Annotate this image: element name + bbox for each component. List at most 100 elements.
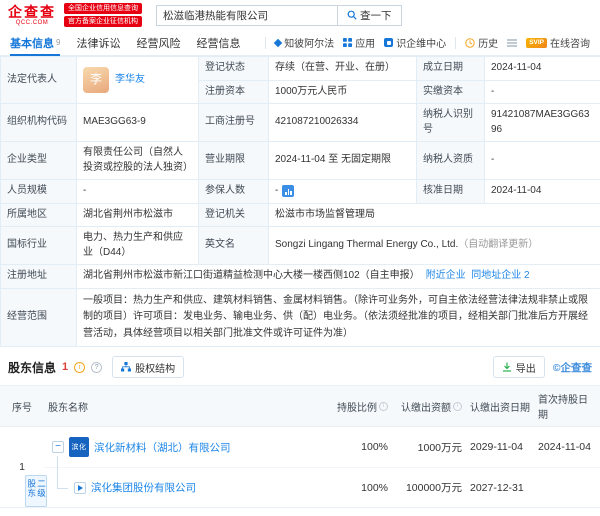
label-reg-authority: 登记机关 <box>198 202 269 227</box>
triangle-right-icon <box>77 484 83 491</box>
badge-national-credit: 全国企业信用信息查询 <box>64 3 142 14</box>
qcc-logo[interactable]: 企查查 QCC.COM <box>8 5 56 26</box>
value-address: 湖北省荆州市松滋市新江口街道精益检测中心大楼一楼西侧102（自主申报） 附近企业 … <box>76 264 600 289</box>
search-input[interactable] <box>156 4 338 26</box>
history-label: 历史 <box>478 39 499 50</box>
legal-rep-name-link[interactable]: 李华友 <box>115 73 145 88</box>
apps-link[interactable]: 应用 <box>343 35 375 50</box>
value-company-type: 有限责任公司（自然人投资或控股的法人独资） <box>76 141 199 180</box>
col-header-ratio: 持股比例 <box>330 386 392 427</box>
value-tax-no: 91421087MAE3GG6396 <box>484 103 600 142</box>
value-region: 湖北省荆州市松滋市 <box>76 202 199 227</box>
child-ratio: 100% <box>330 467 392 507</box>
expand-icon[interactable] <box>74 481 86 494</box>
tab-legal-litigation[interactable]: 法律诉讼 <box>76 30 120 55</box>
table-row: 人员规模 - 参保人数 - 核准日期 2024-11-04 <box>0 179 600 204</box>
tab-business-info[interactable]: 经营信息 <box>196 30 240 55</box>
qcc-company-page: 企查查 QCC.COM 全国企业信用信息查询 官方备案企业征信机构 查一下 基本… <box>0 0 600 508</box>
same-address-companies-link[interactable]: 同地址企业 2 <box>471 270 529 281</box>
col-header-first-date: 首次持股日期 <box>534 386 600 427</box>
collapse-icon[interactable]: − <box>52 441 64 453</box>
main-amount: 1000万元 <box>417 441 462 454</box>
label-industry: 国标行业 <box>0 226 77 265</box>
warning-info-icon[interactable] <box>74 361 86 373</box>
value-en-name: Songzi Lingang Thermal Energy Co., Ltd.（… <box>268 226 600 265</box>
tab-basic-info[interactable]: 基本信息 9 <box>10 30 61 56</box>
qcc-watermark: ©企查查 <box>552 361 592 374</box>
shareholder-child-name-link[interactable]: 滨化集团股份有限公司 <box>91 480 196 495</box>
shareholder-main-name-link[interactable]: 滨化新材料（湖北）有限公司 <box>94 440 231 455</box>
info-icon[interactable] <box>379 401 388 411</box>
nearby-companies-link[interactable]: 附近企业 <box>426 270 466 281</box>
value-reg-capital: 1000万元人民币 <box>268 79 417 104</box>
col-header-name: 股东名称 <box>44 386 330 427</box>
child-first-date <box>534 467 600 507</box>
tab-bar-right: 知彼阿尔法 应用 识企维中心 历史 SVIP 在线咨询 <box>265 35 590 50</box>
shareholders-section: 股东信息 1 股权结构 <box>0 347 600 508</box>
badge-official-record: 官方备案企业征信机构 <box>64 16 142 27</box>
label-scope: 经营范围 <box>0 287 77 347</box>
col-header-amount: 认缴出资额 <box>392 386 466 427</box>
org-chart-icon <box>121 362 132 372</box>
top-header: 企查查 QCC.COM 全国企业信用信息查询 官方备案企业征信机构 查一下 <box>0 0 600 30</box>
table-row: 注册地址 湖北省荆州市松滋市新江口街道精益检测中心大楼一楼西侧102（自主申报）… <box>0 264 600 289</box>
address-text: 湖北省荆州市松滋市新江口街道精益检测中心大楼一楼西侧102（自主申报） <box>83 270 420 281</box>
legal-rep-avatar[interactable]: 李 <box>83 67 109 93</box>
table-row: 经营范围 一般项目：热力生产和供应、建筑材料销售、金属材料销售。（除许可业务外，… <box>0 287 600 347</box>
zhibi-alpha-link[interactable]: 知彼阿尔法 <box>273 35 335 50</box>
label-est-date: 成立日期 <box>416 56 485 81</box>
export-button[interactable]: 导出 <box>492 356 545 378</box>
download-icon <box>502 362 511 372</box>
equity-structure-button[interactable]: 股权结构 <box>112 356 185 378</box>
help-icon[interactable] <box>91 361 103 373</box>
search-icon <box>347 10 357 20</box>
label-insured: 参保人数 <box>198 179 269 204</box>
shiqi-center-link[interactable]: 识企维中心 <box>384 35 446 50</box>
tab-operation-risk[interactable]: 经营风险 <box>136 30 180 55</box>
shiqi-center-label: 识企维中心 <box>396 39 447 50</box>
value-paid-capital: - <box>484 79 600 104</box>
tab-basic-label: 基本信息 <box>10 37 54 50</box>
info-icon[interactable] <box>453 401 462 411</box>
table-row: 国标行业 电力、热力生产和供应业（D44） 英文名 Songzi Lingang… <box>0 226 600 265</box>
logo-brand-text: 企查查 <box>8 3 56 20</box>
diamond-icon <box>273 38 283 47</box>
insured-value: - <box>275 185 279 196</box>
label-legal-rep: 法定代表人 <box>0 56 77 104</box>
logo-domain-text: QCC.COM <box>15 19 49 26</box>
value-scope: 一般项目：热力生产和供应、建筑材料销售、金属材料销售。（除许可业务外，可自主依法… <box>76 287 600 347</box>
value-legal-rep: 李 李华友 <box>76 56 199 104</box>
search-button[interactable]: 查一下 <box>338 4 402 26</box>
basic-info-table: 法定代表人 李 李华友 登记状态 存续（在营、开业、在册） 成立日期 2024-… <box>0 56 600 347</box>
equity-structure-label: 股权结构 <box>135 363 176 375</box>
tab-bar: 基本信息 9 法律诉讼 经营风险 经营信息 知彼阿尔法 应用 识企维中心 历史 … <box>0 30 600 56</box>
shareholders-title: 股东信息 <box>8 360 57 375</box>
col-header-sub-date: 认缴出资日期 <box>466 386 534 427</box>
svip-consult-link[interactable]: SVIP 在线咨询 <box>526 35 590 50</box>
menu-icon[interactable] <box>507 38 518 47</box>
label-en-name: 英文名 <box>198 226 269 265</box>
value-reg-no: 421087210026334 <box>268 103 417 142</box>
label-address: 注册地址 <box>0 264 77 289</box>
shareholder-main: − 滨化 滨化新材料（湖北）有限公司 <box>44 427 330 467</box>
insured-chart-icon[interactable] <box>282 185 295 197</box>
tab-basic-count: 9 <box>56 38 61 47</box>
label-reg-no: 工商注册号 <box>198 103 269 142</box>
col-header-ratio-label: 持股比例 <box>337 402 377 414</box>
zhibi-alpha-label: 知彼阿尔法 <box>284 39 335 50</box>
label-tax-no: 纳税人识别号 <box>416 103 485 142</box>
label-paid-capital: 实缴资本 <box>416 79 485 104</box>
label-approval-date: 核准日期 <box>416 179 485 204</box>
level-2-shareholder-tag[interactable]: 二级股东 <box>25 475 47 507</box>
clock-icon <box>465 37 475 48</box>
value-approval-date: 2024-11-04 <box>484 179 600 204</box>
label-region: 所属地区 <box>0 202 77 227</box>
value-reg-authority: 松滋市市场监督管理局 <box>268 202 600 227</box>
main-first-date: 2024-11-04 <box>538 441 591 453</box>
label-company-type: 企业类型 <box>0 141 77 180</box>
label-business-term: 营业期限 <box>198 141 269 180</box>
history-link[interactable]: 历史 <box>465 35 498 50</box>
company-logo[interactable]: 滨化 <box>69 437 89 457</box>
value-staff-size: - <box>76 179 199 204</box>
tab-risk-label: 经营风险 <box>136 37 181 50</box>
